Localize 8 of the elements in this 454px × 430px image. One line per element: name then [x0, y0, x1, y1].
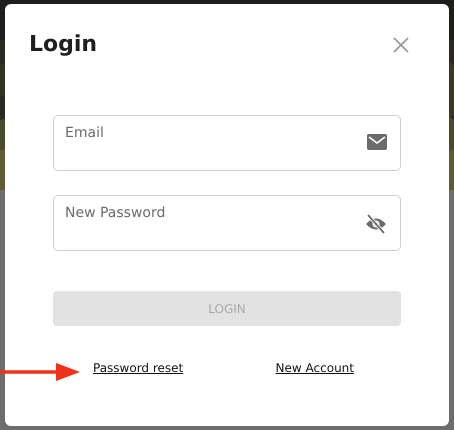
link[interactable]: New Account [276, 361, 354, 375]
close-icon[interactable] [393, 36, 409, 52]
input-field[interactable]: New Password [53, 195, 401, 251]
input-field[interactable]: Email [53, 115, 401, 171]
dialog-title: Login [29, 32, 98, 57]
link[interactable]: Password reset [93, 361, 184, 375]
eye-slash-icon[interactable] [365, 214, 387, 234]
envelope-icon [367, 134, 387, 150]
